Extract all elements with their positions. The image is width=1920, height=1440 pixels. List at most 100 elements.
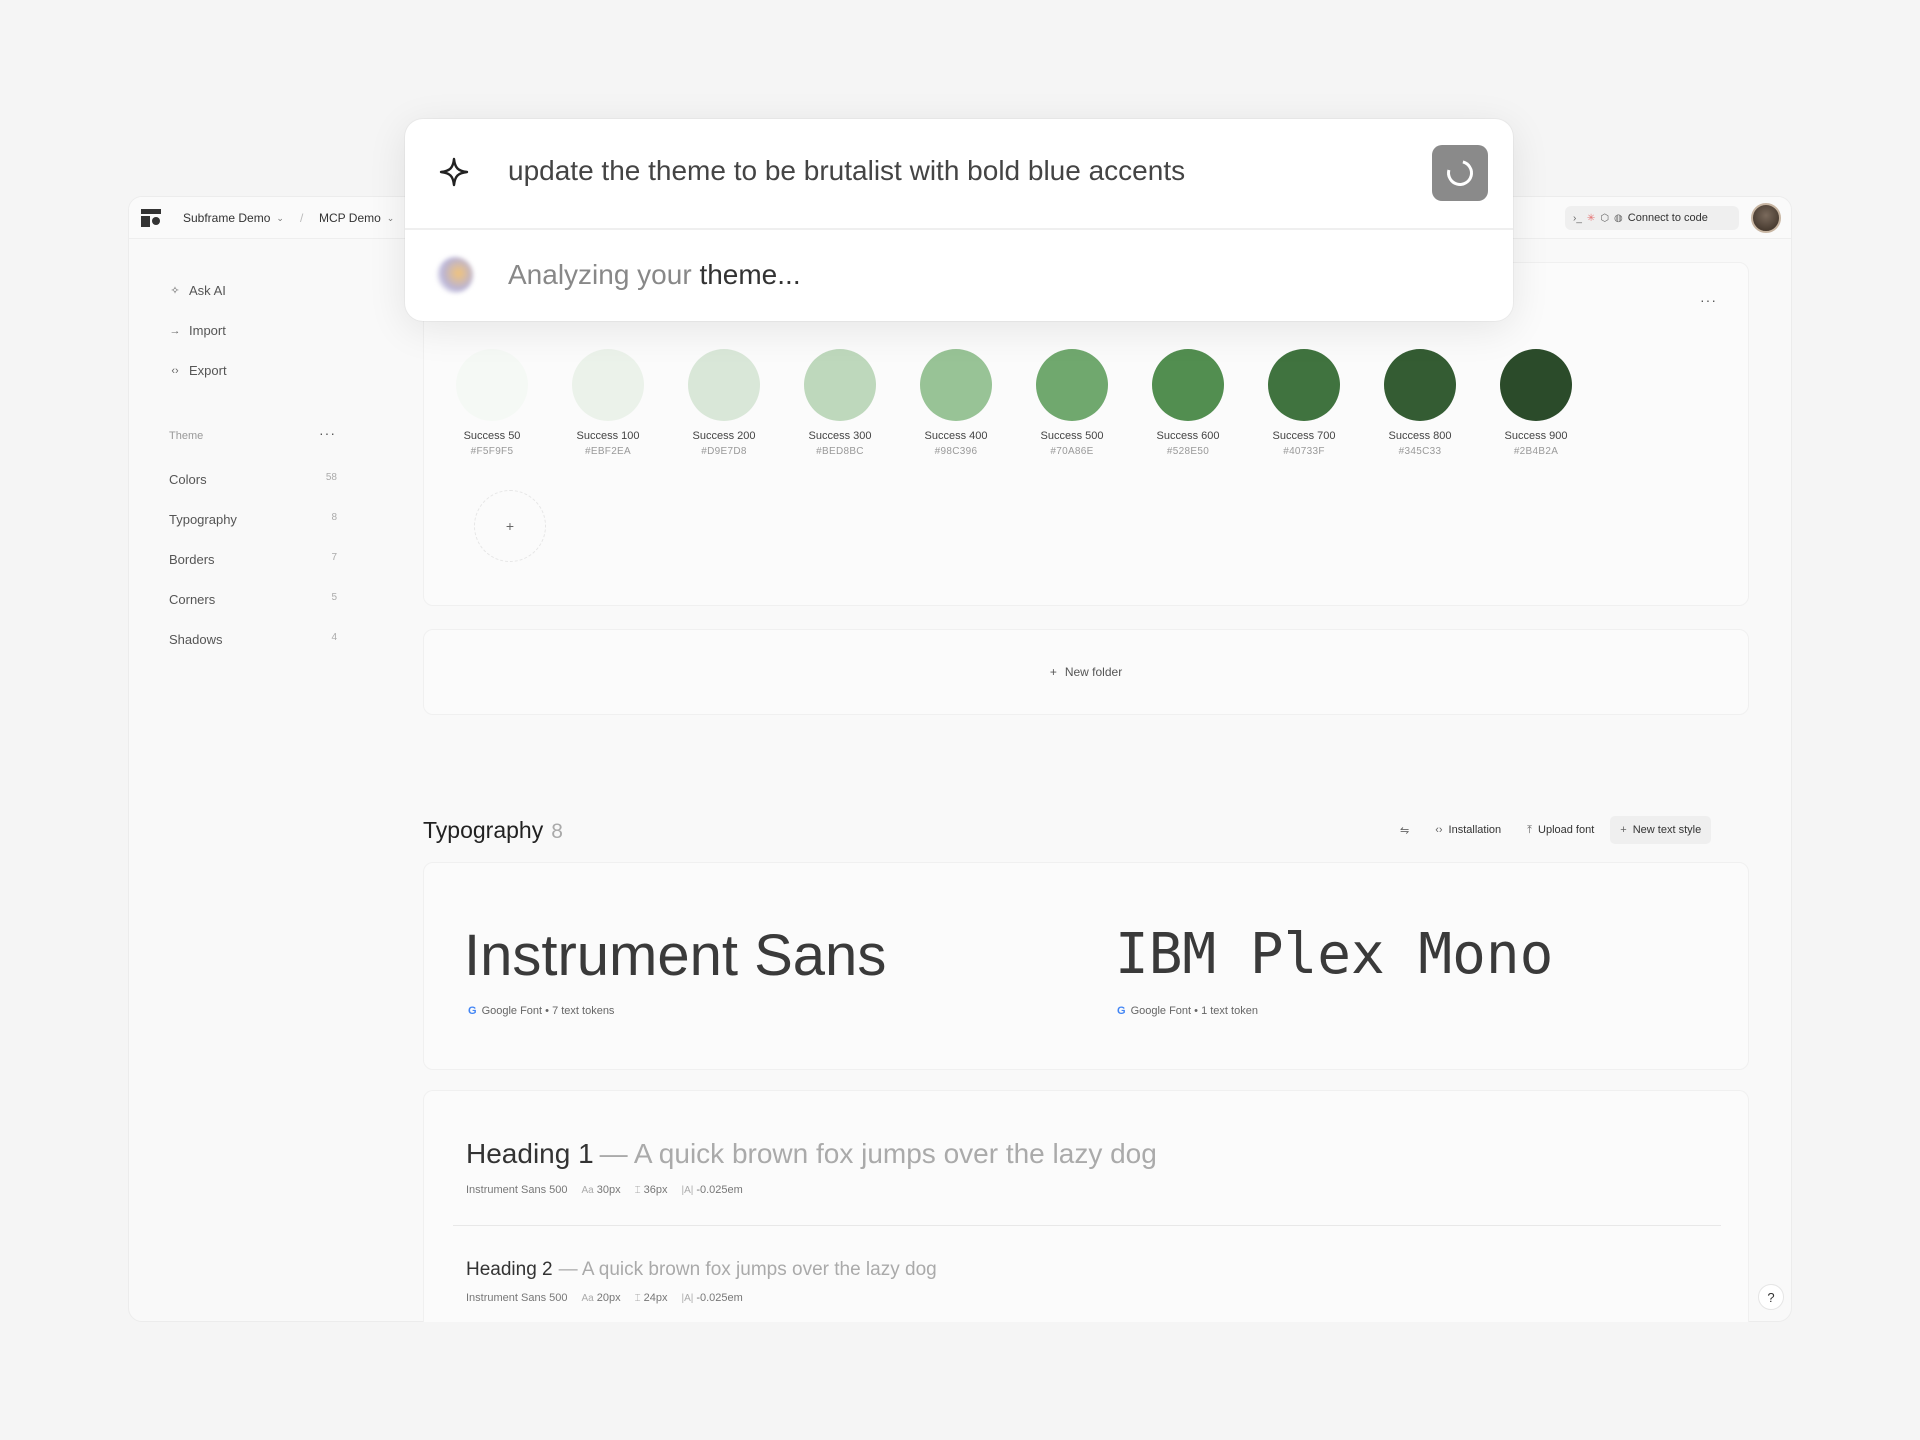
chevron-down-icon: ⌄ xyxy=(276,212,284,223)
color-swatch-circle xyxy=(920,349,992,421)
text-style-sample: — A quick brown fox jumps over the lazy … xyxy=(558,1259,937,1280)
ai-prompt-input[interactable]: update the theme to be brutalist with bo… xyxy=(508,155,1185,187)
connect-to-code-button[interactable]: ›_ ✳ ⬡ ◍ Connect to code xyxy=(1565,206,1739,230)
color-swatch-name: Success 500 xyxy=(1040,430,1104,442)
sidebar-item-borders[interactable]: Borders 7 xyxy=(169,552,337,567)
sidebar-action-label: Export xyxy=(189,363,227,378)
more-options-icon[interactable]: ··· xyxy=(319,425,336,441)
color-swatch-hex: #345C33 xyxy=(1398,446,1442,457)
color-swatch-circle xyxy=(1500,349,1572,421)
sidebar-item-colors[interactable]: Colors 58 xyxy=(169,472,337,487)
globe-icon: ◍ xyxy=(1614,212,1623,224)
sidebar-item-typography[interactable]: Typography 8 xyxy=(169,512,337,527)
color-swatch-circle xyxy=(1384,349,1456,421)
font-size-value: 30px xyxy=(596,1184,621,1196)
code-icon: ‹› xyxy=(171,364,179,377)
chevron-down-icon: ⌄ xyxy=(386,212,395,223)
color-swatch-hex: #BED8BC xyxy=(816,446,864,457)
google-icon: G xyxy=(468,1005,477,1017)
font-family-name[interactable]: IBM Plex Mono xyxy=(1115,922,1553,987)
subframe-logo-icon[interactable] xyxy=(141,209,161,227)
color-swatch[interactable]: Success 700 #40733F xyxy=(1268,349,1340,457)
text-style-sample: — A quick brown fox jumps over the lazy … xyxy=(599,1138,1157,1169)
color-swatch[interactable]: Success 200 #D9E7D8 xyxy=(688,349,760,457)
sidebar-action-label: Ask AI xyxy=(189,283,226,298)
color-swatch[interactable]: Success 100 #EBF2EA xyxy=(572,349,644,457)
more-options-icon[interactable]: ··· xyxy=(1700,292,1717,308)
sidebar-action-export[interactable]: ‹› Export xyxy=(169,363,227,378)
color-swatch-circle xyxy=(456,349,528,421)
color-swatch[interactable]: Success 50 #F5F9F5 xyxy=(456,349,528,457)
ai-command-panel: update the theme to be brutalist with bo… xyxy=(405,119,1513,321)
font-size-icon: Aa xyxy=(581,1293,594,1304)
google-icon: G xyxy=(1117,1005,1126,1017)
color-swatch-name: Success 300 xyxy=(808,430,872,442)
ai-submit-button[interactable] xyxy=(1432,145,1488,201)
ai-status-part: theme... xyxy=(699,259,801,290)
plus-icon: + xyxy=(1620,824,1627,836)
add-color-button[interactable]: + xyxy=(474,490,546,562)
color-swatch-name: Success 800 xyxy=(1388,430,1452,442)
sidebar-item-label: Typography xyxy=(169,512,237,527)
claude-icon: ✳ xyxy=(1586,212,1596,224)
sidebar-item-count: 58 xyxy=(325,472,337,483)
color-swatch[interactable]: Success 400 #98C396 xyxy=(920,349,992,457)
avatar[interactable] xyxy=(1751,203,1781,233)
installation-button[interactable]: ‹› Installation xyxy=(1425,816,1511,844)
letter-spacing-value: -0.025em xyxy=(696,1184,743,1196)
sidebar-item-label: Shadows xyxy=(169,632,223,647)
upload-icon: ⤒ xyxy=(1527,823,1533,836)
upload-font-label: Upload font xyxy=(1538,824,1595,836)
color-swatch[interactable]: Success 300 #BED8BC xyxy=(804,349,876,457)
terminal-icon: ›_ xyxy=(1573,212,1582,224)
new-folder-button[interactable]: + New folder xyxy=(423,629,1749,715)
text-style-row[interactable]: Heading 1 — A quick brown fox jumps over… xyxy=(466,1138,1157,1170)
breadcrumb-separator: / xyxy=(300,211,304,225)
text-style-name: Heading 2 xyxy=(466,1259,553,1280)
divider xyxy=(453,1225,1721,1226)
theme-section-title: Theme xyxy=(169,430,204,442)
color-swatch[interactable]: Success 500 #70A86E xyxy=(1036,349,1108,457)
line-height-value: 24px xyxy=(643,1292,668,1304)
color-swatch-circle xyxy=(1036,349,1108,421)
color-swatch-hex: #528E50 xyxy=(1166,446,1210,457)
color-swatch-circle xyxy=(572,349,644,421)
font-weight-value: Instrument Sans 500 xyxy=(466,1292,568,1304)
color-swatch-hex: #F5F9F5 xyxy=(470,446,514,457)
letter-spacing-icon: |A| xyxy=(681,1293,694,1304)
page-switcher[interactable]: MCP Demo ⌄ xyxy=(319,211,394,225)
sidebar-action-ask-ai[interactable]: ✧ Ask AI xyxy=(169,283,226,298)
help-button[interactable]: ? xyxy=(1758,1284,1784,1310)
filter-button[interactable]: ⇋ xyxy=(1390,816,1419,844)
sidebar-item-corners[interactable]: Corners 5 xyxy=(169,592,337,607)
cube-icon: ⬡ xyxy=(1600,212,1610,224)
line-height-value: 36px xyxy=(643,1184,668,1196)
divider xyxy=(405,228,1513,230)
typography-toolbar: ⇋ ‹› Installation ⤒ Upload font + New te… xyxy=(1390,816,1712,844)
line-height-icon: ⌶ xyxy=(634,1293,641,1304)
sidebar-item-shadows[interactable]: Shadows 4 xyxy=(169,632,337,647)
text-style-row[interactable]: Heading 2 — A quick brown fox jumps over… xyxy=(466,1259,937,1281)
color-swatch-hex: #40733F xyxy=(1283,446,1325,457)
font-weight-value: Instrument Sans 500 xyxy=(466,1184,568,1196)
letter-spacing-value: -0.025em xyxy=(696,1292,743,1304)
color-swatch-name: Success 900 xyxy=(1504,430,1568,442)
new-text-style-button[interactable]: + New text style xyxy=(1610,816,1712,844)
help-label: ? xyxy=(1767,1289,1775,1305)
color-swatch[interactable]: Success 900 #2B4B2A xyxy=(1500,349,1572,457)
upload-font-button[interactable]: ⤒ Upload font xyxy=(1517,816,1604,844)
sidebar-item-count: 5 xyxy=(331,592,337,603)
sidebar-action-import[interactable]: → Import xyxy=(169,323,226,338)
typography-count: 8 xyxy=(551,820,563,843)
color-swatch-name: Success 700 xyxy=(1272,430,1336,442)
color-swatch-list: Success 50 #F5F9F5 Success 100 #EBF2EA Succe… xyxy=(456,349,1572,457)
color-swatch[interactable]: Success 600 #528E50 xyxy=(1152,349,1224,457)
color-swatch-hex: #2B4B2A xyxy=(1513,446,1559,457)
color-swatch-hex: #98C396 xyxy=(934,446,978,457)
sparkle-icon xyxy=(439,157,469,187)
loading-spinner-icon xyxy=(1442,155,1478,191)
font-family-name[interactable]: Instrument Sans xyxy=(464,922,886,989)
project-switcher[interactable]: Subframe Demo ⌄ xyxy=(183,211,284,225)
color-swatch[interactable]: Success 800 #345C33 xyxy=(1384,349,1456,457)
color-swatch-hex: #70A86E xyxy=(1050,446,1094,457)
